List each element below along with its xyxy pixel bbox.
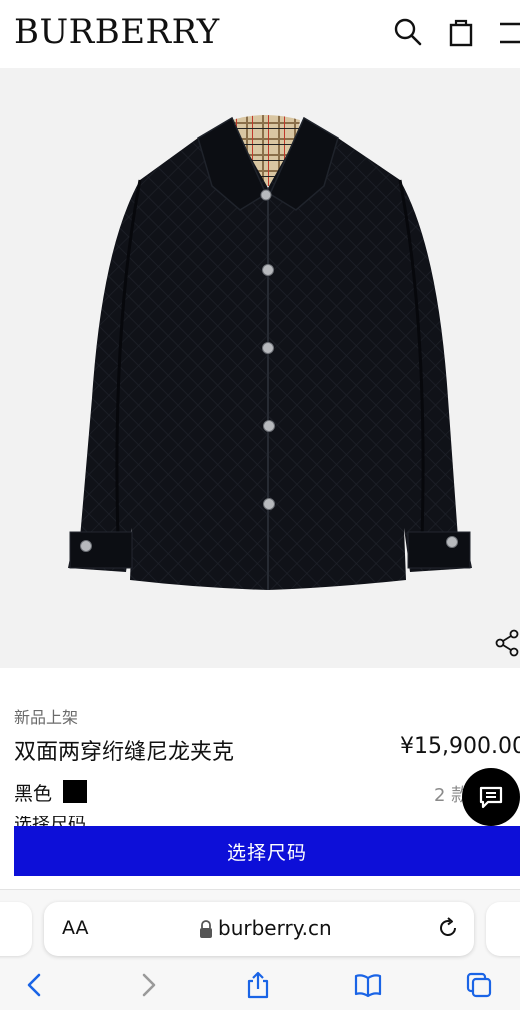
- search-icon[interactable]: [392, 16, 424, 48]
- next-tab-preview[interactable]: [486, 902, 520, 956]
- size-label-peek: 选择尺码: [14, 816, 164, 826]
- share-icon[interactable]: [492, 628, 520, 658]
- product-title: 双面两穿绗缝尼龙夹克: [14, 740, 235, 765]
- site-header: BURBERRY: [0, 0, 520, 68]
- color-label: 黑色: [14, 783, 53, 805]
- tabs-icon[interactable]: [464, 970, 494, 1000]
- product-info: 新品上架 双面两穿绗缝尼龙夹克 ¥15,900.00 黑色 2 款 选择尺码 选…: [0, 668, 520, 898]
- color-swatch[interactable]: [63, 780, 87, 803]
- brand-logo[interactable]: BURBERRY: [14, 12, 220, 52]
- text-size-button[interactable]: AA: [62, 917, 89, 939]
- size-label-text: 选择尺码: [14, 816, 86, 826]
- browser-toolbar: AA burberry.cn: [0, 890, 520, 1010]
- lock-icon: [200, 920, 212, 938]
- forward-icon[interactable]: [133, 970, 163, 1000]
- product-image[interactable]: [0, 68, 520, 668]
- new-arrival-badge: 新品上架: [14, 708, 79, 727]
- chat-icon: [479, 786, 503, 809]
- reload-icon[interactable]: [436, 916, 460, 940]
- jacket-image: [68, 115, 472, 590]
- chat-button[interactable]: [462, 768, 520, 826]
- address-bar[interactable]: AA burberry.cn: [44, 902, 474, 956]
- back-icon[interactable]: [20, 970, 50, 1000]
- share-sheet-icon[interactable]: [243, 970, 273, 1000]
- bookmarks-icon[interactable]: [353, 970, 383, 1000]
- shopping-bag-icon[interactable]: [445, 16, 477, 48]
- select-size-button[interactable]: 选择尺码: [14, 826, 520, 876]
- previous-tab-preview[interactable]: [0, 902, 32, 956]
- product-price: ¥15,900.00: [400, 734, 520, 759]
- menu-icon[interactable]: [498, 16, 520, 48]
- url-text[interactable]: burberry.cn: [218, 916, 332, 940]
